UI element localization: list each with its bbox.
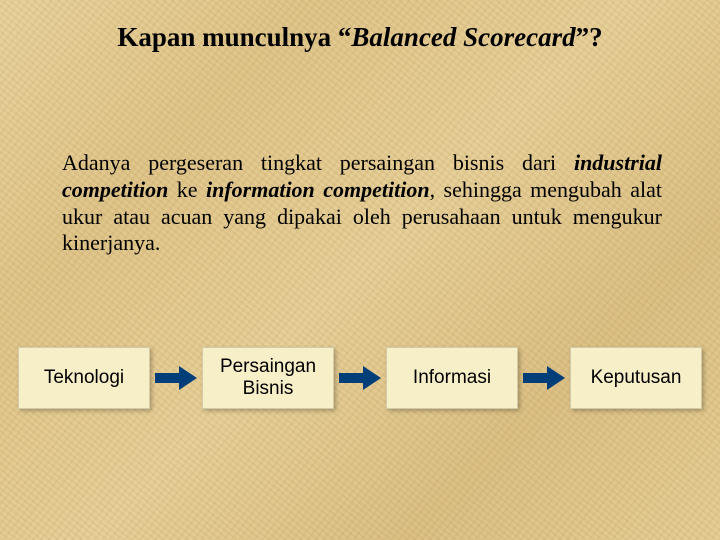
para-text-1: Adanya pergeseran tingkat persaingan bis… — [62, 150, 574, 175]
para-information-competition: information competition — [206, 177, 430, 202]
arrow-right-icon — [155, 366, 197, 390]
flow-box-persaingan-bisnis: Persaingan Bisnis — [202, 347, 334, 409]
flow-diagram: Teknologi Persaingan Bisnis Informasi Ke… — [18, 338, 702, 418]
para-ke: ke — [168, 177, 206, 202]
flow-label: Persaingan Bisnis — [209, 356, 327, 400]
flow-label: Keputusan — [591, 367, 682, 389]
title-suffix: ”? — [576, 22, 603, 52]
title-italic: Balanced Scorecard — [351, 22, 575, 52]
arrow-right-icon — [339, 366, 381, 390]
flow-box-teknologi: Teknologi — [18, 347, 150, 409]
flow-box-informasi: Informasi — [386, 347, 518, 409]
flow-label: Teknologi — [44, 367, 124, 389]
body-paragraph: Adanya pergeseran tingkat persaingan bis… — [62, 150, 662, 257]
title-prefix: Kapan munculnya “ — [117, 22, 351, 52]
flow-box-keputusan: Keputusan — [570, 347, 702, 409]
flow-label: Informasi — [413, 367, 491, 389]
slide-title: Kapan munculnya “Balanced Scorecard”? — [0, 22, 720, 53]
arrow-right-icon — [523, 366, 565, 390]
